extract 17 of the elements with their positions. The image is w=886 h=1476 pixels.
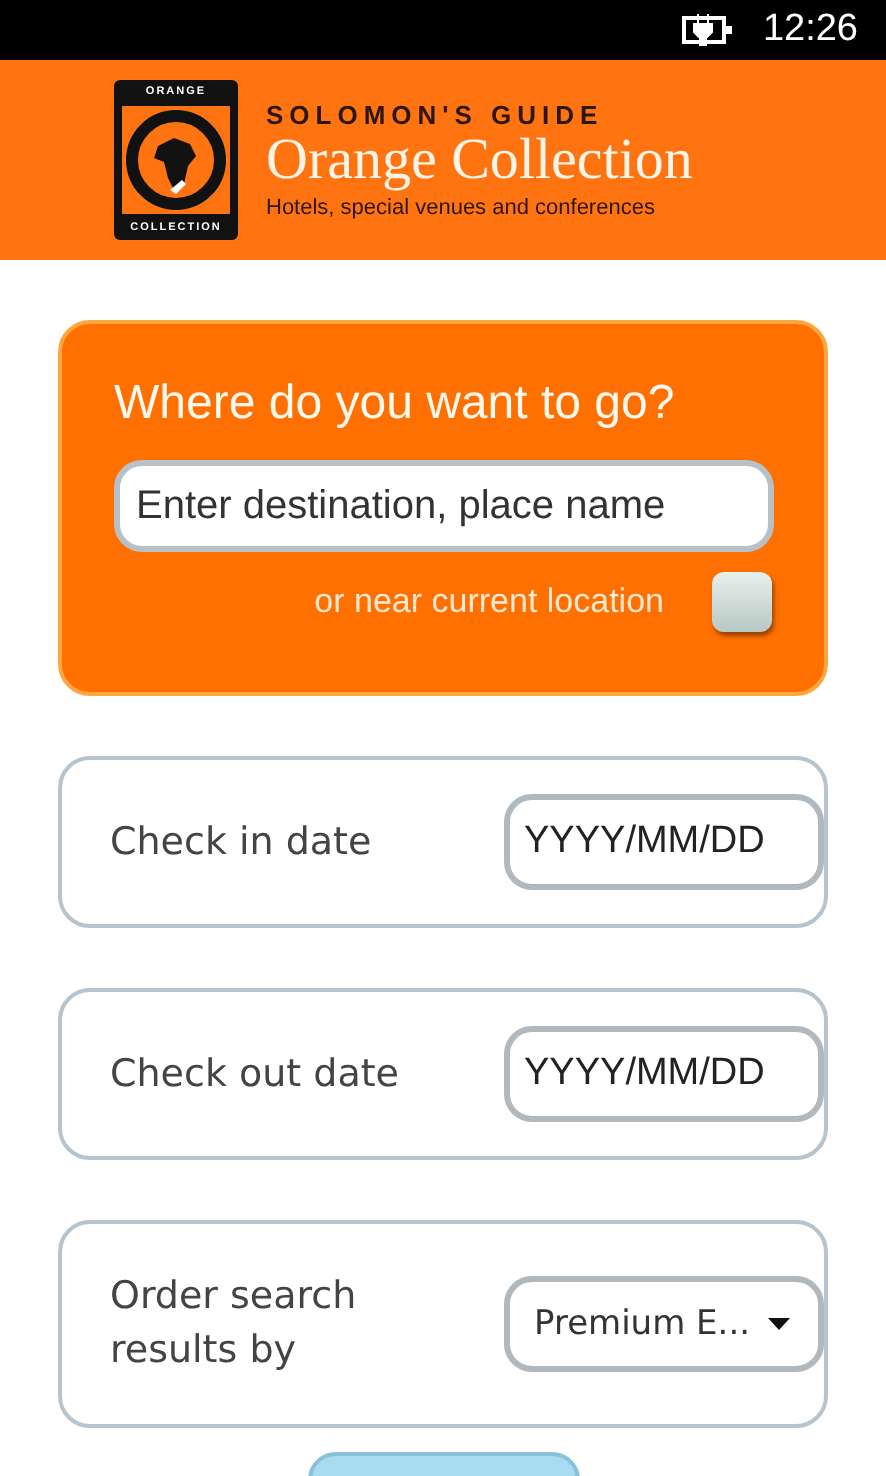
- caret-icon: [768, 1318, 790, 1330]
- field-label: Order search results by: [110, 1272, 359, 1376]
- near-location-checkbox[interactable]: [712, 572, 772, 632]
- near-location-label: or near current location: [314, 582, 664, 622]
- charging-battery-icon: [682, 14, 735, 46]
- destination-heading: Where do you want to go?: [114, 376, 677, 432]
- sort-dropdown[interactable]: Premium E...: [504, 1276, 824, 1372]
- date-field[interactable]: YYYY/MM/DD: [504, 794, 824, 890]
- africa-emblem-icon: [122, 106, 230, 214]
- date-field[interactable]: YYYY/MM/DD: [504, 1026, 824, 1122]
- destination-field[interactable]: Enter destination, place name: [114, 460, 774, 552]
- brand-tagline: Hotels, special venues and conferences: [266, 196, 657, 221]
- field-label: Check in date: [110, 817, 374, 868]
- brand-overline: SOLOMON'S GUIDE: [266, 99, 606, 130]
- brand-title: Orange Collection: [266, 129, 693, 191]
- field-label: Check out date: [110, 1049, 401, 1100]
- status-time: 12:26: [762, 8, 858, 52]
